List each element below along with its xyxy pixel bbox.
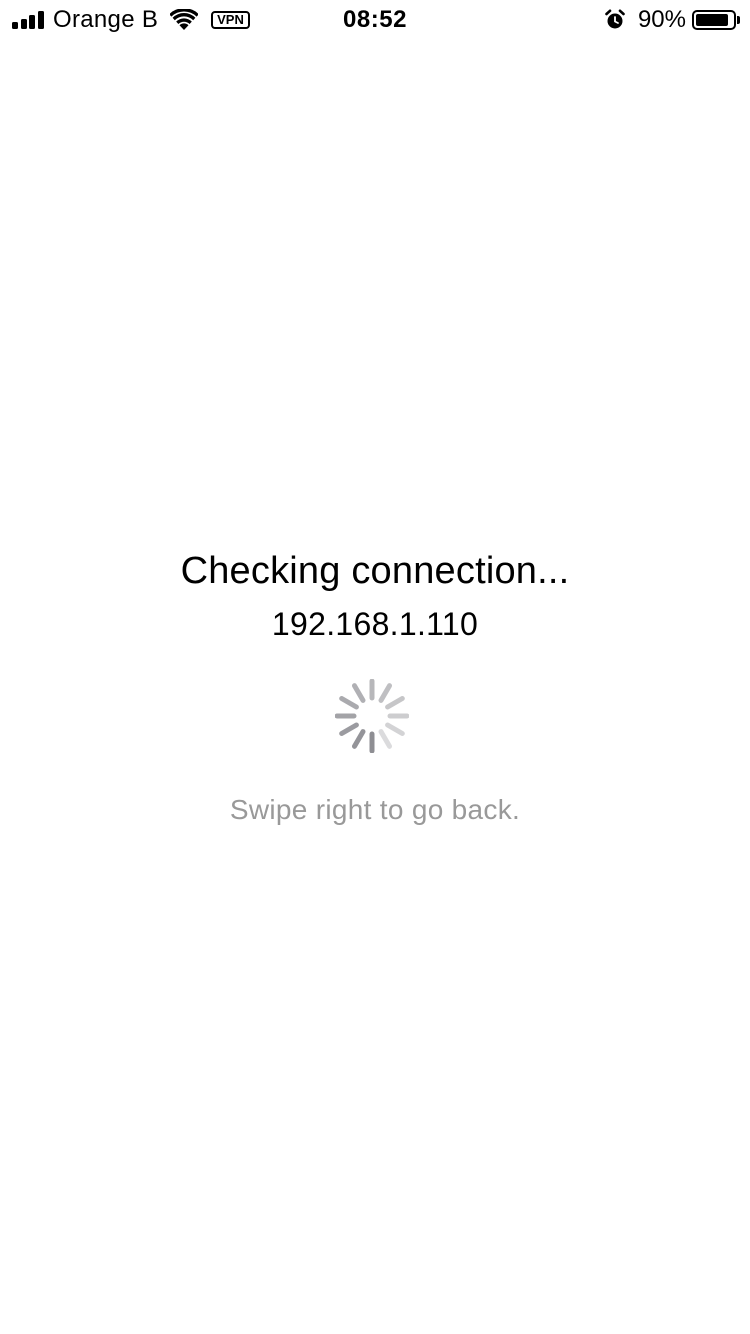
carrier-name: Orange B: [53, 6, 159, 33]
activity-spinner-icon: [334, 678, 410, 754]
server-address: 192.168.1.110: [271, 606, 479, 642]
battery-tip: [737, 16, 740, 24]
spinner-spoke: [339, 722, 359, 736]
swipe-back-hint: Swipe right to go back.: [229, 794, 521, 825]
wifi-icon: [170, 9, 199, 31]
page-title: Checking connection...: [180, 550, 570, 592]
spinner-spoke: [352, 729, 366, 749]
spinner-spoke: [378, 729, 392, 749]
connection-status: Checking connection... 192.168.1.110: [0, 545, 750, 649]
spinner-spoke: [378, 683, 392, 703]
vpn-icon: VPN: [211, 11, 250, 29]
status-bar-right: 90%: [604, 6, 740, 34]
battery-percent: 90%: [637, 6, 686, 33]
alarm-icon: [604, 9, 626, 31]
battery-level-fill: [696, 14, 729, 26]
spinner-spoke: [352, 683, 366, 703]
battery-icon: [692, 10, 736, 30]
spinner-spoke: [339, 696, 359, 710]
spinner-spoke: [385, 696, 405, 710]
status-bar: Orange B VPN 08:52 90%: [0, 0, 750, 40]
signal-icon: [12, 11, 46, 29]
spinner-spoke: [385, 722, 405, 736]
status-bar-left: Orange B VPN: [12, 6, 250, 34]
